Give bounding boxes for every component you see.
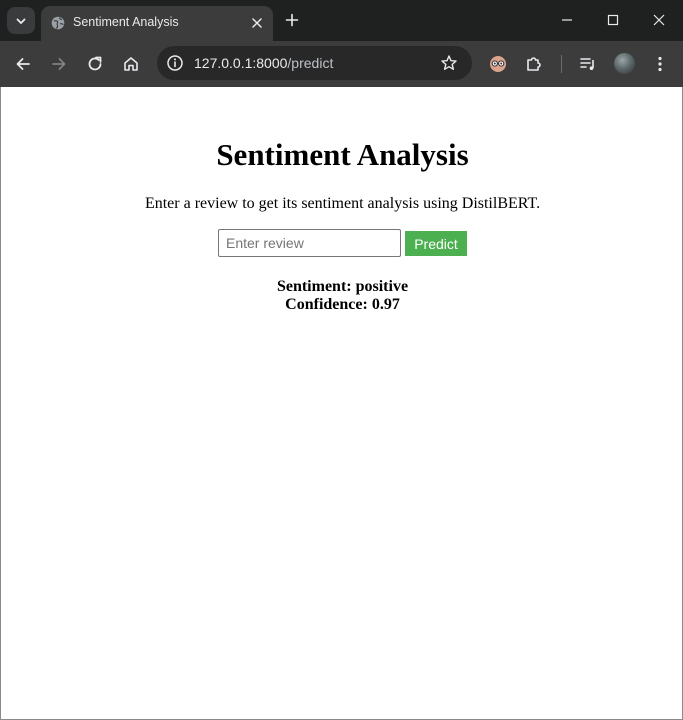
site-info-icon[interactable]: [166, 54, 184, 72]
address-bar[interactable]: 127.0.0.1:8000/predict: [157, 46, 472, 80]
forward-arrow-icon[interactable]: [49, 54, 69, 74]
back-arrow-icon[interactable]: [13, 54, 33, 74]
toolbar-divider: [561, 55, 562, 73]
close-tab-icon[interactable]: [251, 17, 263, 29]
confidence-text: Confidence: 0.97: [285, 296, 400, 313]
url-path: /predict: [287, 55, 334, 71]
extension-glasses-icon[interactable]: [488, 54, 508, 74]
sentiment-text: Sentiment: positive: [276, 278, 409, 295]
tab-sentiment-analysis[interactable]: Sentiment Analysis: [41, 6, 273, 41]
review-input[interactable]: [218, 229, 401, 257]
predict-button[interactable]: Predict: [405, 231, 467, 256]
tab-search-button[interactable]: [7, 7, 35, 34]
url-text: 127.0.0.1:8000/predict: [194, 55, 333, 71]
extensions-puzzle-icon[interactable]: [524, 54, 544, 74]
more-menu-icon[interactable]: [650, 54, 670, 74]
tab-title: Sentiment Analysis: [73, 15, 179, 29]
maximize-icon[interactable]: [605, 12, 621, 28]
new-tab-icon[interactable]: [284, 12, 300, 28]
close-window-icon[interactable]: [651, 12, 667, 28]
profile-avatar[interactable]: [614, 53, 635, 74]
page-viewport: Sentiment Analysis Enter a review to get…: [0, 87, 683, 720]
browser-toolbar: 127.0.0.1:8000/predict: [0, 41, 683, 87]
media-queue-icon[interactable]: [578, 54, 598, 74]
browser-title-bar: Sentiment Analysis: [0, 0, 683, 41]
reload-icon[interactable]: [85, 54, 105, 74]
minimize-icon[interactable]: [559, 12, 575, 28]
chevron-down-icon: [16, 18, 26, 24]
prediction-result: Sentiment: positive Confidence: 0.97: [1, 278, 683, 314]
bookmark-star-icon[interactable]: [440, 54, 458, 72]
home-icon[interactable]: [121, 54, 141, 74]
globe-icon: [51, 16, 65, 30]
page-title: Sentiment Analysis: [216, 137, 469, 172]
url-host: 127.0.0.1:8000: [194, 55, 288, 71]
page-description: Enter a review to get its sentiment anal…: [144, 195, 541, 212]
